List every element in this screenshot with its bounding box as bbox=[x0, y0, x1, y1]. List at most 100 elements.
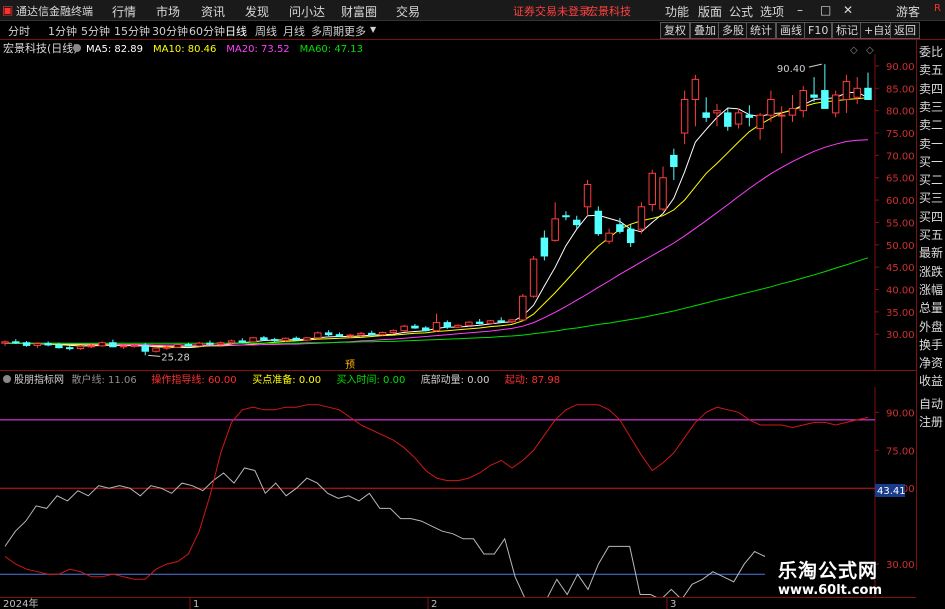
candle-body-down bbox=[292, 337, 300, 341]
candle-body-down bbox=[443, 322, 452, 328]
menu-hangqing[interactable]: 行情 bbox=[112, 3, 136, 20]
tf-multi[interactable]: 多周期 bbox=[311, 23, 344, 39]
menu-caifuquan[interactable]: 财富圈 bbox=[341, 3, 377, 20]
sidebar-item-16[interactable]: 换手 bbox=[919, 336, 943, 353]
ind-y-tick-label: 90.00 bbox=[886, 408, 915, 419]
sidebar-item-2[interactable]: 卖四 bbox=[919, 80, 943, 97]
guest-label[interactable]: 游客 bbox=[896, 3, 920, 20]
menu-zixun[interactable]: 资讯 bbox=[201, 3, 225, 20]
watermark: 乐淘公式网 www.60lt.com bbox=[778, 556, 916, 606]
btn-biaoji[interactable]: 标记 bbox=[832, 22, 862, 39]
price-chart[interactable]: 宏景科技(日线) MA5: 82.89 MA10: 80.46 MA20: 73.5… bbox=[0, 40, 916, 370]
ma-legend-1: MA10: 80.46 bbox=[153, 44, 216, 55]
tf-more[interactable]: 更多 bbox=[344, 23, 366, 39]
sidebar-item-8[interactable]: 买三 bbox=[919, 189, 943, 206]
btn-huaxian[interactable]: 画线 bbox=[776, 22, 806, 39]
collapse-icon[interactable]: ◇ bbox=[866, 45, 874, 56]
y-tick-label: 45.00 bbox=[886, 263, 915, 274]
candle-body-up bbox=[389, 330, 398, 333]
y-tick-label: 60.00 bbox=[886, 196, 915, 207]
menu-jiaoyi[interactable]: 交易 bbox=[396, 3, 420, 20]
candle-body-up bbox=[303, 337, 311, 341]
menu-gongneng[interactable]: 功能 bbox=[665, 3, 689, 20]
app-title: 通达信金融终端 bbox=[16, 5, 93, 18]
indicator-legend-5: 底部动量: 0.00 bbox=[421, 373, 490, 386]
sidebar-item-10[interactable]: 买五 bbox=[919, 226, 943, 243]
tf-weekly[interactable]: 周线 bbox=[255, 23, 277, 39]
candle-body-down bbox=[260, 337, 268, 341]
settings-icon[interactable] bbox=[73, 44, 81, 52]
btn-fuquan[interactable]: 复权 bbox=[660, 22, 690, 39]
candle-body-up bbox=[119, 345, 128, 348]
candle-body-down bbox=[864, 87, 872, 100]
candle-body-up bbox=[486, 320, 495, 324]
btn-duogu[interactable]: 多股 bbox=[718, 22, 748, 39]
indicator-settings-icon[interactable] bbox=[3, 375, 11, 383]
sidebar-item-3[interactable]: 卖三 bbox=[919, 98, 943, 115]
sidebar-item-5[interactable]: 卖一 bbox=[919, 135, 943, 152]
sidebar-item-20[interactable]: 注册 bbox=[919, 413, 943, 430]
ma-legend-0: MA5: 82.89 bbox=[86, 44, 143, 55]
candle-body-up bbox=[465, 321, 473, 326]
candle-body-up bbox=[842, 81, 851, 100]
menu-wenxiaoda[interactable]: 问小达 bbox=[289, 3, 325, 20]
menu-xuanxiang[interactable]: 选项 bbox=[760, 3, 784, 20]
menu-shichang[interactable]: 市场 bbox=[156, 3, 180, 20]
more-chevron-icon[interactable]: ▼ bbox=[370, 25, 376, 34]
tf-1min[interactable]: 1分钟 bbox=[48, 23, 77, 39]
x-label-year: 2024年 bbox=[3, 597, 38, 609]
diamond-icon[interactable]: ◇ bbox=[850, 45, 858, 56]
sidebar-item-6[interactable]: 买一 bbox=[919, 153, 943, 170]
candle-body-down bbox=[810, 94, 818, 98]
candle-body-up bbox=[777, 114, 786, 117]
candle-body-down bbox=[540, 237, 549, 257]
sidebar-item-9[interactable]: 买四 bbox=[919, 208, 943, 225]
tf-monthly[interactable]: 月线 bbox=[283, 23, 305, 39]
candle-body-down bbox=[65, 347, 74, 350]
annot-arrow bbox=[148, 354, 161, 357]
candle-body-up bbox=[799, 90, 808, 112]
candle-body-down bbox=[270, 339, 279, 342]
menu-gongshi[interactable]: 公式 bbox=[729, 3, 753, 20]
tf-15min[interactable]: 15分钟 bbox=[114, 23, 150, 39]
menu-banmian[interactable]: 版面 bbox=[698, 3, 722, 20]
sidebar-item-11[interactable]: 最新 bbox=[919, 244, 943, 261]
sidebar-item-1[interactable]: 卖五 bbox=[919, 61, 943, 78]
tf-daily[interactable]: 日线 bbox=[225, 23, 247, 39]
sidebar-item-14[interactable]: 总量 bbox=[919, 299, 943, 316]
btn-tongji[interactable]: 统计 bbox=[746, 22, 776, 39]
maximize-icon[interactable]: □ bbox=[820, 3, 831, 17]
tf-fenshi[interactable]: 分时 bbox=[8, 23, 30, 39]
btn-fanhui[interactable]: 返回 bbox=[890, 22, 920, 39]
app-logo-icon: ▣ bbox=[2, 3, 14, 17]
sidebar-item-19[interactable]: 自动 bbox=[919, 395, 943, 412]
candle-body-up bbox=[713, 110, 721, 114]
tf-60min[interactable]: 60分钟 bbox=[189, 23, 225, 39]
tf-30min[interactable]: 30分钟 bbox=[152, 23, 188, 39]
minimize-icon[interactable]: – bbox=[797, 3, 803, 17]
candle-body-up bbox=[529, 258, 538, 297]
ma-line-ma5 bbox=[5, 91, 869, 349]
btn-diejia[interactable]: 叠加 bbox=[690, 22, 720, 39]
tf-5min[interactable]: 5分钟 bbox=[81, 23, 110, 39]
sidebar-item-7[interactable]: 买二 bbox=[919, 171, 943, 188]
sidebar-item-4[interactable]: 卖二 bbox=[919, 116, 943, 133]
btn-f10[interactable]: F10 bbox=[804, 22, 833, 39]
candle-body-down bbox=[368, 332, 376, 336]
y-tick-label: 40.00 bbox=[886, 286, 915, 297]
candle-body-down bbox=[626, 228, 635, 244]
sidebar-item-17[interactable]: 净资 bbox=[919, 354, 943, 371]
sidebar-item-13[interactable]: 涨幅 bbox=[919, 281, 943, 298]
menu-faxian[interactable]: 发现 bbox=[245, 3, 269, 20]
close-icon[interactable]: ✕ bbox=[843, 3, 853, 17]
ma-legend-2: MA20: 73.52 bbox=[226, 44, 289, 55]
candle-body-down bbox=[670, 154, 678, 168]
candle-body-up bbox=[1, 341, 9, 344]
sidebar-item-12[interactable]: 涨跌 bbox=[919, 263, 943, 280]
login-status[interactable]: 证券交易未登录 bbox=[513, 3, 590, 19]
sidebar-item-0[interactable]: 委比 bbox=[919, 43, 943, 60]
candle-body-up bbox=[163, 346, 171, 349]
sidebar-item-18[interactable]: 收益 bbox=[919, 372, 943, 389]
candle-body-up bbox=[454, 324, 462, 328]
sidebar-item-15[interactable]: 外盘 bbox=[919, 318, 943, 335]
